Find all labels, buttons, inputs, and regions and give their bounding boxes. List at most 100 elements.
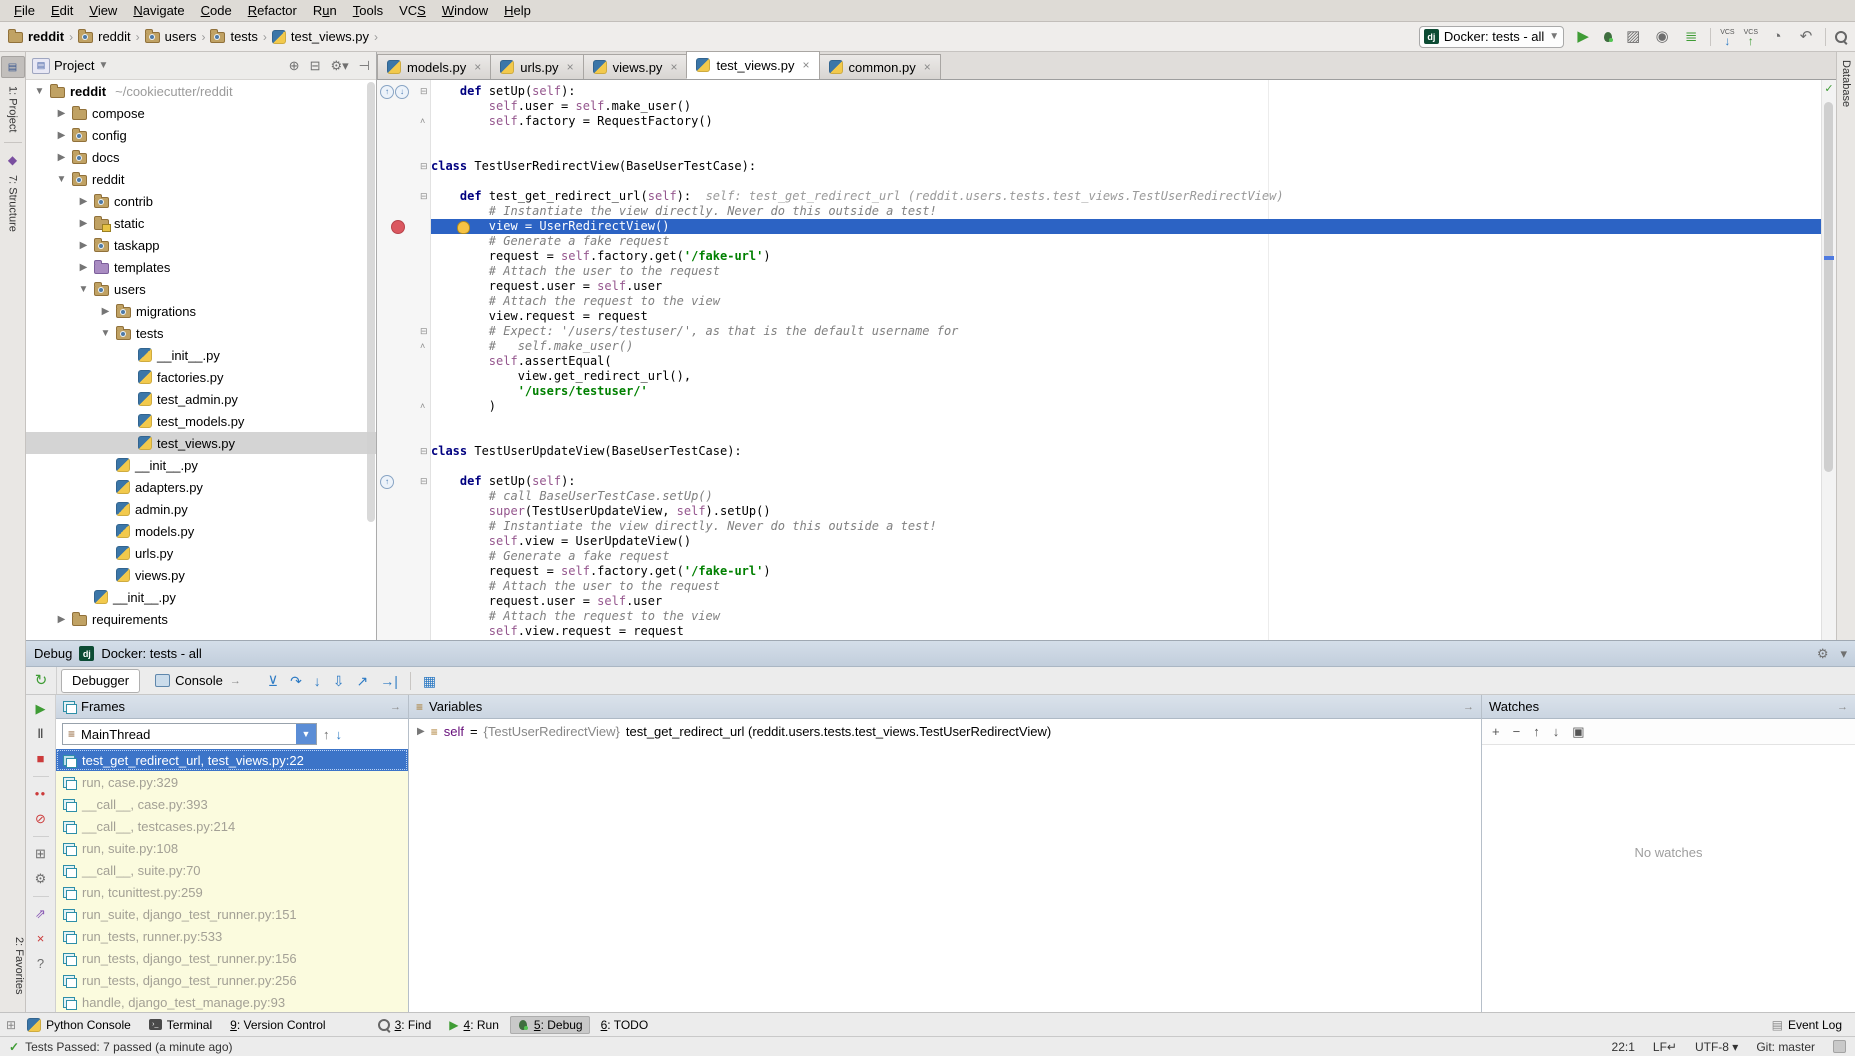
- code-line[interactable]: request.user = self.user: [431, 279, 1822, 294]
- tree-item-templates[interactable]: ▶templates: [26, 256, 376, 278]
- fold-marker-end[interactable]: ˄: [420, 116, 425, 126]
- recent-changes-icon[interactable]: ◔: [1767, 29, 1787, 45]
- editor-tab-test-views-py[interactable]: test_views.py×: [686, 51, 819, 79]
- close-icon[interactable]: ×: [567, 60, 574, 74]
- code-line[interactable]: [431, 429, 1822, 444]
- close-icon[interactable]: ×: [924, 60, 931, 74]
- code-line[interactable]: super(TestUserUpdateView, self).setUp(): [431, 504, 1822, 519]
- evaluate-expression-icon[interactable]: ▦: [423, 673, 436, 689]
- frame-row[interactable]: handle, django_test_manage.py:93: [56, 991, 408, 1012]
- run-configuration-select[interactable]: dj Docker: tests - all ▼: [1419, 26, 1564, 48]
- tree-item-init-py[interactable]: __init__.py: [26, 454, 376, 476]
- frame-row[interactable]: run, case.py:329: [56, 771, 408, 793]
- menu-item-tools[interactable]: Tools: [345, 1, 391, 20]
- settings-icon[interactable]: ⚙▾: [330, 58, 348, 74]
- overrides-method-icon[interactable]: ↑: [380, 85, 394, 99]
- expand-icon[interactable]: ▶: [417, 726, 425, 737]
- move-watch-down-icon[interactable]: ↓: [1553, 724, 1560, 740]
- code-line[interactable]: view.request = request: [431, 309, 1822, 324]
- hide-panel-icon[interactable]: →: [1837, 701, 1848, 713]
- chevron-collapsed-icon[interactable]: ▶: [56, 614, 67, 625]
- code-line[interactable]: [431, 144, 1822, 159]
- frame-row[interactable]: run, suite.py:108: [56, 837, 408, 859]
- frame-row[interactable]: __call__, testcases.py:214: [56, 815, 408, 837]
- add-watch-icon[interactable]: +: [1492, 724, 1500, 740]
- toolwindow-button-event-log[interactable]: ▤Event Log: [1765, 1016, 1849, 1034]
- toolwindow-button-5-debug[interactable]: 5: Debug: [510, 1016, 590, 1034]
- toolwindow-button-6-todo[interactable]: 6: TODO: [594, 1016, 656, 1034]
- sidebar-tab-favorites[interactable]: 2: Favorites: [0, 937, 25, 994]
- pin-icon[interactable]: ⇗: [32, 906, 50, 922]
- code-line[interactable]: # call BaseUserTestCase.setUp(): [431, 489, 1822, 504]
- locate-icon[interactable]: ⊕: [289, 58, 300, 74]
- settings-icon[interactable]: ⚙: [32, 871, 50, 887]
- menu-item-vcs[interactable]: VCS: [391, 1, 434, 20]
- tree-item-test-models-py[interactable]: test_models.py: [26, 410, 376, 432]
- code-line[interactable]: [431, 414, 1822, 429]
- pause-icon[interactable]: Ⅱ: [32, 726, 50, 742]
- tree-item-views-py[interactable]: views.py: [26, 564, 376, 586]
- tree-item-compose[interactable]: ▶compose: [26, 102, 376, 124]
- tree-item-docs[interactable]: ▶docs: [26, 146, 376, 168]
- fold-marker-end[interactable]: ˄: [420, 401, 425, 411]
- chevron-collapsed-icon[interactable]: ▶: [78, 196, 89, 207]
- status-git-branch[interactable]: Git: master: [1756, 1040, 1815, 1054]
- debug-tab-console[interactable]: Console→: [144, 669, 252, 693]
- fold-marker-end[interactable]: ˄: [420, 341, 425, 351]
- menu-item-run[interactable]: Run: [305, 1, 345, 20]
- code-line[interactable]: def setUp(self):: [431, 84, 1822, 99]
- code-line[interactable]: self.view.request = request: [431, 624, 1822, 639]
- tree-item-admin-py[interactable]: admin.py: [26, 498, 376, 520]
- code-line[interactable]: ): [431, 399, 1822, 414]
- rerun-icon[interactable]: ↻: [31, 673, 51, 689]
- fold-marker-open[interactable]: ⊟: [420, 86, 428, 97]
- breadcrumb-item-tests[interactable]: tests: [210, 29, 257, 44]
- status-encoding[interactable]: UTF-8 ▾: [1695, 1040, 1738, 1054]
- fold-marker-open[interactable]: ⊟: [420, 446, 428, 457]
- view-breakpoints-icon[interactable]: ●●: [32, 786, 50, 802]
- code-line[interactable]: # Attach the user to the request: [431, 579, 1822, 594]
- frame-row[interactable]: __call__, suite.py:70: [56, 859, 408, 881]
- hector-icon[interactable]: [1833, 1040, 1846, 1053]
- code-line[interactable]: request = self.factory.get('/fake-url'): [431, 249, 1822, 264]
- rollback-icon[interactable]: ↶: [1796, 29, 1816, 45]
- code-line[interactable]: # Attach the request to the view: [431, 609, 1822, 624]
- tree-item-static[interactable]: ▶static: [26, 212, 376, 234]
- code-line[interactable]: self.assertEqual(: [431, 354, 1822, 369]
- debug-tab-debugger[interactable]: Debugger: [61, 669, 140, 693]
- fold-marker-open[interactable]: ⊟: [420, 326, 428, 337]
- run-icon[interactable]: ▶: [1573, 29, 1593, 45]
- previous-frame-button[interactable]: ↑: [323, 727, 330, 742]
- fold-marker-open[interactable]: ⊟: [420, 476, 428, 487]
- code-line[interactable]: class TestUserUpdateView(BaseUserTestCas…: [431, 444, 1822, 459]
- tree-item-reddit[interactable]: ▼reddit~/cookiecutter/reddit: [26, 80, 376, 102]
- code-line[interactable]: # Expect: '/users/testuser/', as that is…: [431, 324, 1822, 339]
- chevron-expanded-icon[interactable]: ▼: [34, 86, 45, 97]
- chevron-collapsed-icon[interactable]: ▶: [56, 152, 67, 163]
- thread-select[interactable]: ≡ MainThread ▼: [62, 723, 317, 745]
- code-line[interactable]: [431, 459, 1822, 474]
- toolwindow-button-9-version-control[interactable]: 9: Version Control: [223, 1016, 332, 1034]
- tree-item-taskapp[interactable]: ▶taskapp: [26, 234, 376, 256]
- frame-row[interactable]: __call__, case.py:393: [56, 793, 408, 815]
- overridden-method-icon[interactable]: ↓: [395, 85, 409, 99]
- frame-row[interactable]: run, tcunittest.py:259: [56, 881, 408, 903]
- tree-item-test-views-py[interactable]: test_views.py: [26, 432, 376, 454]
- step-into-my-code-icon[interactable]: ⇩: [333, 673, 345, 689]
- code-line[interactable]: # Instantiate the view directly. Never d…: [431, 519, 1822, 534]
- project-tool-icon[interactable]: ▤: [1, 56, 25, 78]
- hide-panel-icon[interactable]: →: [390, 701, 401, 713]
- tree-item-migrations[interactable]: ▶migrations: [26, 300, 376, 322]
- copy-watch-icon[interactable]: ▣: [1572, 724, 1584, 740]
- hide-panel-icon[interactable]: →: [1463, 701, 1474, 713]
- sidebar-tab-project[interactable]: 1: Project: [7, 86, 19, 132]
- close-icon[interactable]: ×: [32, 931, 50, 947]
- stop-icon[interactable]: ■: [32, 751, 50, 767]
- code-line[interactable]: class TestUserRedirectView(BaseUserTestC…: [431, 159, 1822, 174]
- restore-layout-icon[interactable]: ⊞: [32, 846, 50, 862]
- code-line[interactable]: # Attach the user to the request: [431, 264, 1822, 279]
- move-watch-up-icon[interactable]: ↑: [1533, 724, 1540, 740]
- code-line[interactable]: # Instantiate the view directly. Never d…: [431, 204, 1822, 219]
- editor-gutter[interactable]: ↑↓⊟˄⊟⊟⊟˄˄⊟↑⊟: [377, 80, 431, 640]
- next-frame-button[interactable]: ↓: [336, 727, 343, 742]
